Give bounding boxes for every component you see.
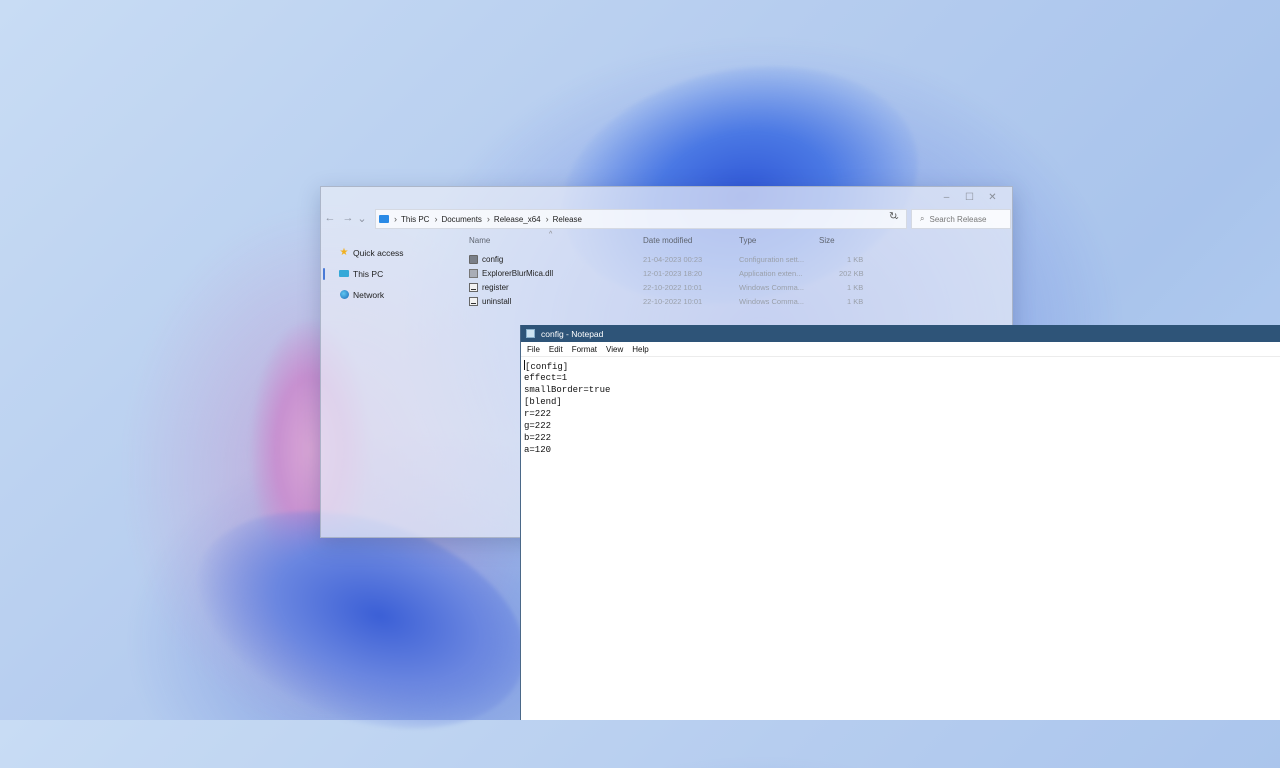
search-placeholder: Search Release (929, 214, 987, 224)
file-date: 22-10-2022 10:01 (643, 297, 703, 306)
file-type: Windows Comma... (739, 283, 805, 292)
chevron-right-icon: › (434, 214, 438, 224)
minimize-button[interactable]: – (935, 189, 958, 205)
folder-icon (379, 215, 389, 223)
column-header-type[interactable]: Type (739, 236, 756, 245)
file-list: config 21-04-2023 00:23 Configuration se… (469, 254, 1009, 310)
breadcrumb-documents[interactable]: Documents (441, 215, 481, 224)
navigation-pane: ★ Quick access This PC Network (321, 242, 461, 305)
file-date: 12-01-2023 18:20 (643, 269, 703, 278)
cmd-file-icon (469, 283, 478, 292)
file-size: 1 KB (847, 297, 864, 306)
file-row-uninstall[interactable]: uninstall 22-10-2022 10:01 Windows Comma… (469, 296, 1009, 310)
chevron-right-icon: › (394, 214, 397, 224)
sidebar-item-label: This PC (353, 268, 384, 279)
computer-icon (339, 269, 349, 279)
text-line: b=222 (524, 433, 552, 443)
sidebar-item-label: Network (353, 289, 385, 300)
menu-edit[interactable]: Edit (549, 345, 563, 354)
file-type: Configuration sett... (739, 255, 805, 264)
network-icon (339, 290, 349, 300)
recent-locations-chevron-icon[interactable]: ⌄ (357, 212, 367, 225)
file-row-register[interactable]: register 22-10-2022 10:01 Windows Comma.… (469, 282, 1009, 296)
close-button[interactable]: ✕ (981, 189, 1004, 205)
text-line: smallBorder=true (524, 385, 611, 395)
breadcrumb-this-pc[interactable]: This PC (401, 215, 429, 224)
text-editor-area[interactable]: [config] effect=1 smallBorder=true [blen… (521, 357, 1280, 456)
file-date: 22-10-2022 10:01 (643, 283, 703, 292)
window-controls: – ☐ ✕ (935, 189, 1004, 205)
file-row-config[interactable]: config 21-04-2023 00:23 Configuration se… (469, 254, 1009, 268)
config-file-icon (469, 255, 478, 264)
star-icon: ★ (339, 247, 349, 258)
address-bar[interactable]: › This PC › Documents › Release_x64 › Re… (375, 209, 907, 229)
cmd-file-icon (469, 297, 478, 306)
notepad-icon (526, 329, 535, 338)
maximize-button[interactable]: ☐ (958, 189, 981, 205)
menu-format[interactable]: Format (572, 345, 597, 354)
file-size: 1 KB (847, 255, 864, 264)
navigation-row: ← → ⌄ › This PC › Documents › Release_x6… (321, 207, 1012, 229)
column-header-name[interactable]: Name (469, 236, 490, 245)
refresh-icon[interactable]: ↻ (889, 211, 897, 222)
search-input[interactable]: ⌕ Search Release (911, 209, 1011, 229)
menu-help[interactable]: Help (632, 345, 648, 354)
file-type: Windows Comma... (739, 297, 805, 306)
menu-bar: File Edit Format View Help (521, 342, 1280, 357)
sidebar-item-label: Quick access (353, 247, 404, 258)
text-line: [blend] (524, 397, 562, 407)
file-size: 1 KB (847, 283, 864, 292)
file-row-dll[interactable]: ExplorerBlurMica.dll 12-01-2023 18:20 Ap… (469, 268, 1009, 282)
chevron-right-icon: › (486, 214, 490, 224)
notepad-title-bar[interactable]: config - Notepad (521, 325, 1280, 342)
search-icon: ⌕ (920, 214, 925, 223)
menu-file[interactable]: File (527, 345, 540, 354)
column-header-date[interactable]: Date modified (643, 236, 692, 245)
file-name: uninstall (482, 297, 512, 306)
sidebar-item-quick-access[interactable]: ★ Quick access (321, 242, 461, 263)
file-name: config (482, 255, 504, 264)
chevron-right-icon: › (545, 214, 549, 224)
column-headers: Name ^ Date modified Type Size (469, 231, 1009, 248)
sidebar-item-this-pc[interactable]: This PC (321, 263, 461, 284)
text-line: g=222 (524, 421, 552, 431)
text-line: r=222 (524, 409, 552, 419)
breadcrumb-release[interactable]: Release (553, 215, 582, 224)
back-arrow-icon[interactable]: ← (321, 212, 339, 224)
breadcrumb-release-x64[interactable]: Release_x64 (494, 215, 541, 224)
file-type: Application exten... (739, 269, 803, 278)
window-title: config - Notepad (541, 328, 604, 339)
text-line: [config] (524, 360, 569, 372)
menu-view[interactable]: View (606, 345, 623, 354)
forward-arrow-icon[interactable]: → (339, 212, 357, 224)
sort-up-icon: ^ (549, 231, 553, 238)
column-header-size[interactable]: Size (819, 236, 835, 245)
file-name: ExplorerBlurMica.dll (482, 269, 554, 278)
text-line: effect=1 (524, 373, 568, 383)
notepad-window: config - Notepad File Edit Format View H… (520, 325, 1280, 720)
file-date: 21-04-2023 00:23 (643, 255, 703, 264)
dll-file-icon (469, 269, 478, 278)
text-line: a=120 (524, 445, 552, 455)
sidebar-item-network[interactable]: Network (321, 284, 461, 305)
file-name: register (482, 283, 509, 292)
file-size: 202 KB (839, 269, 864, 278)
